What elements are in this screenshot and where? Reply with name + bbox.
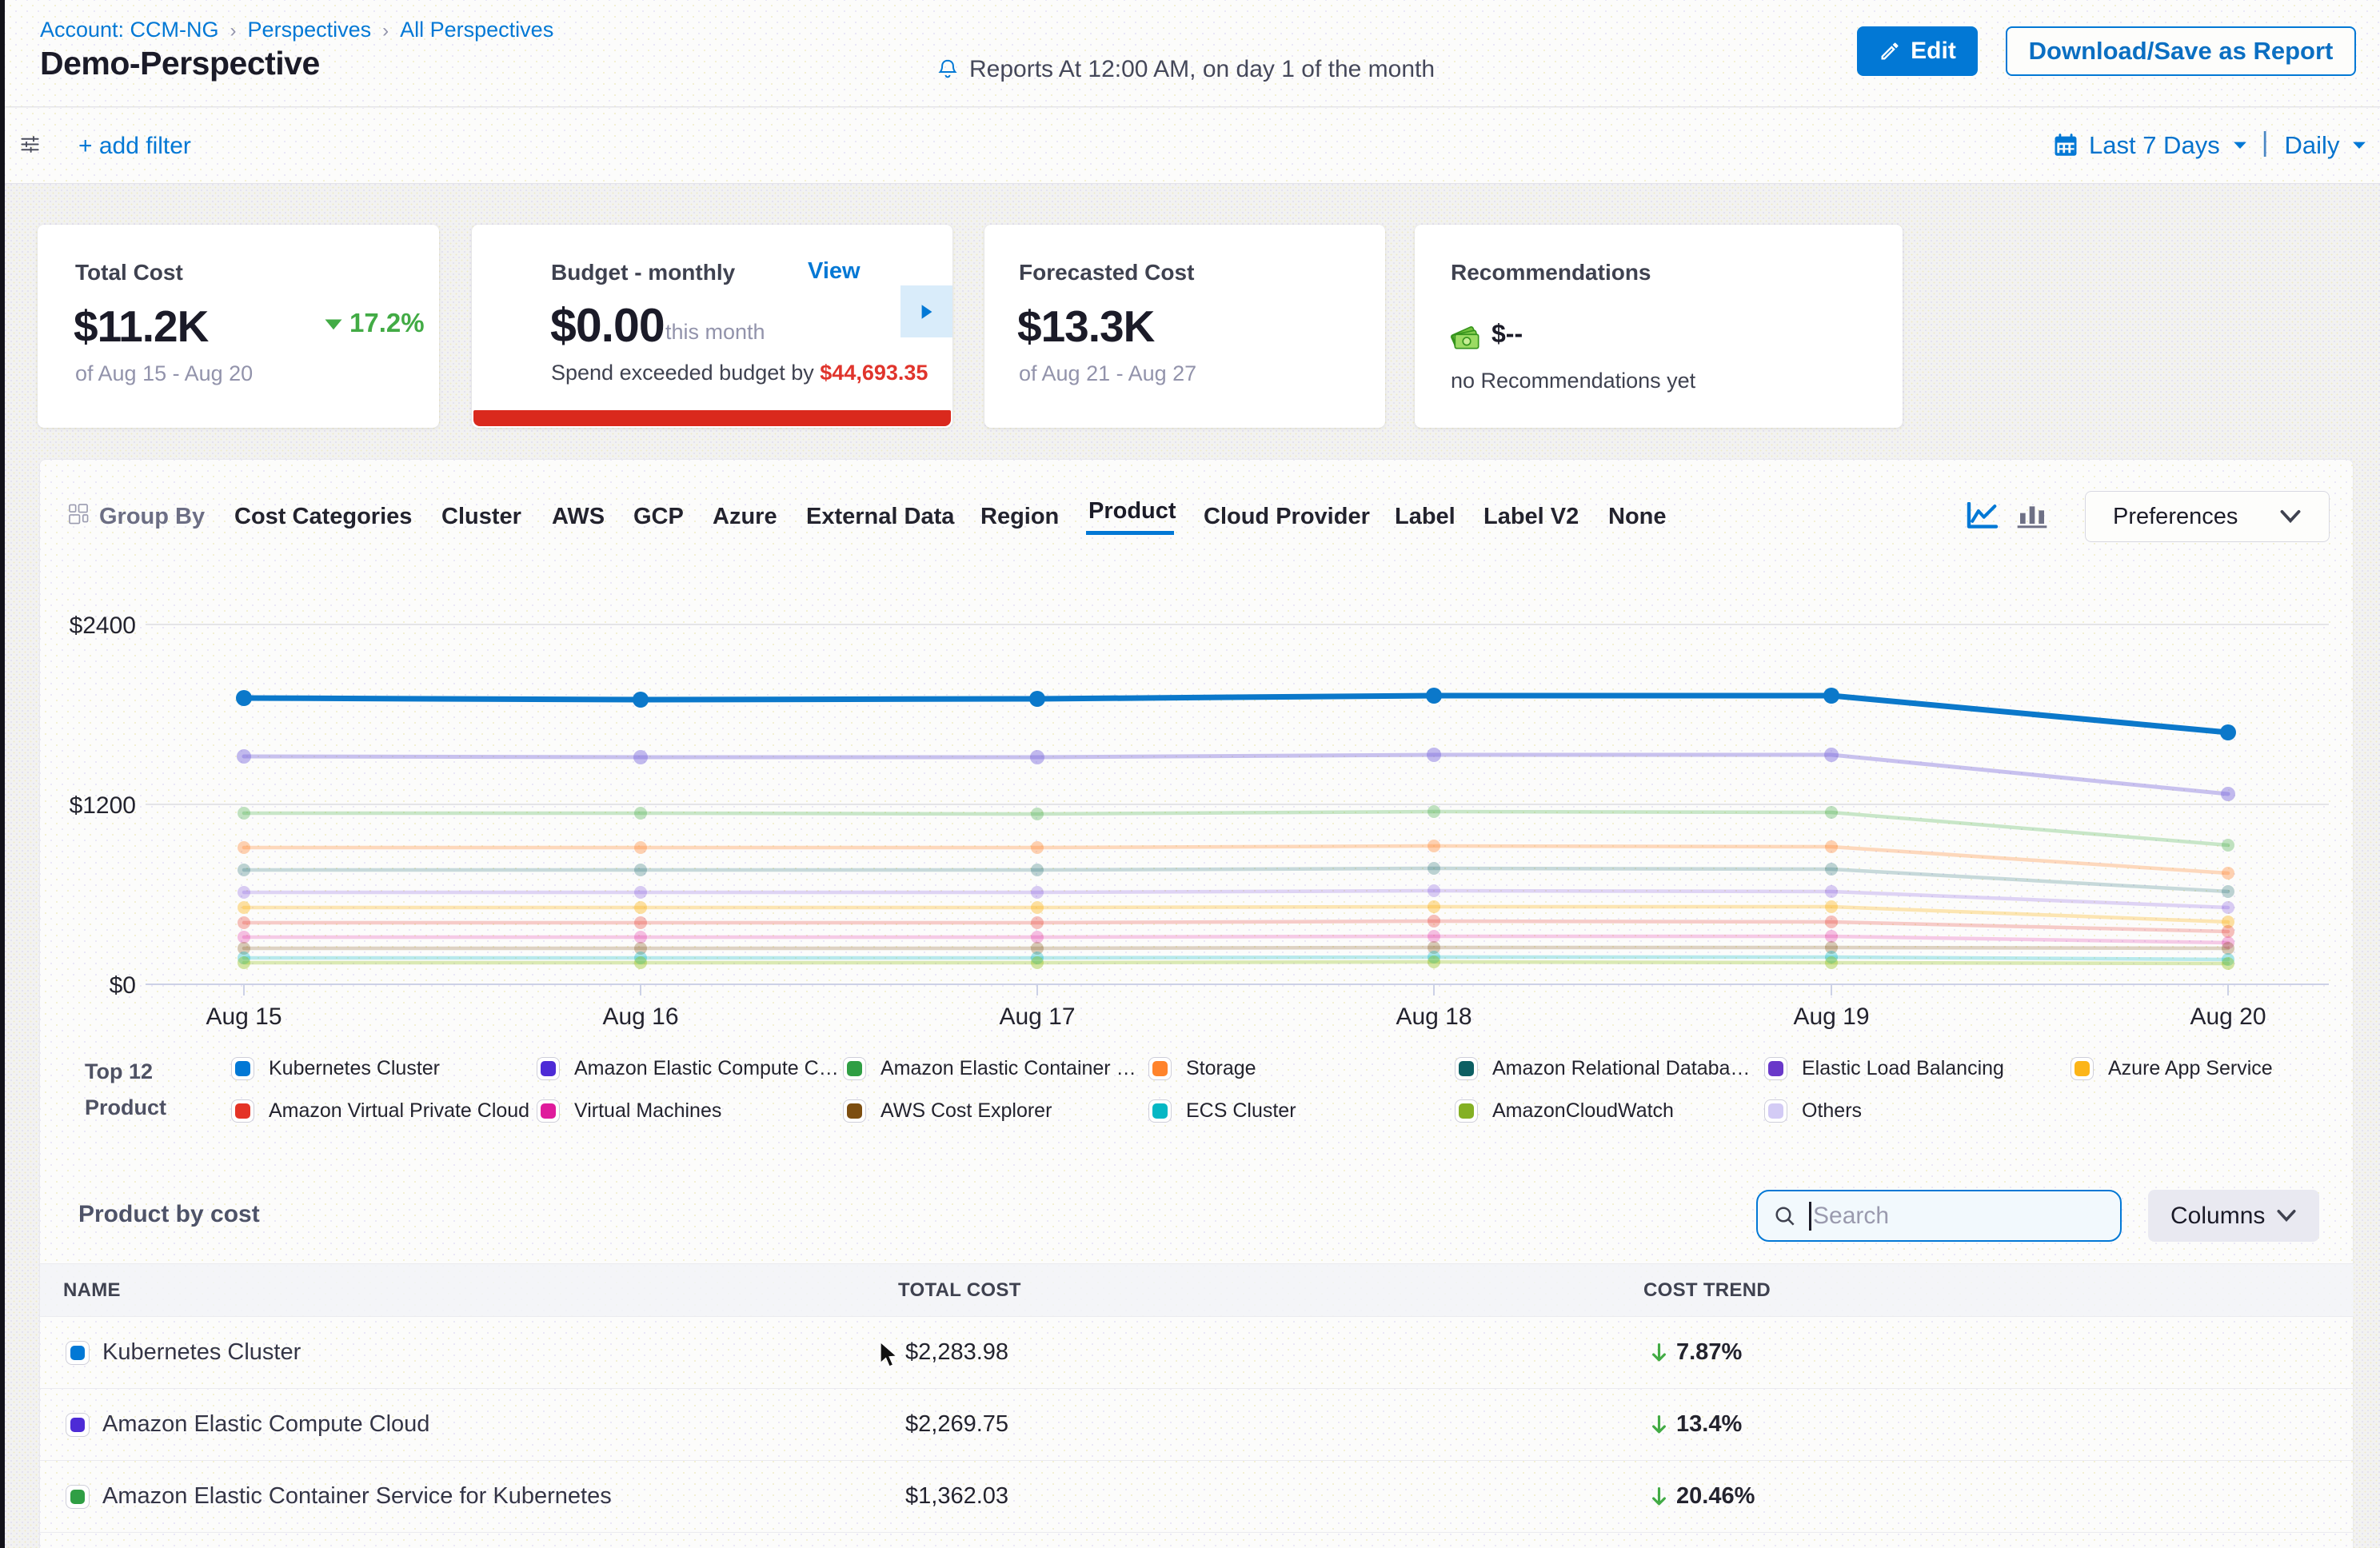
svg-text:Aug 19: Aug 19 — [1793, 1003, 1869, 1030]
svg-text:Aug 16: Aug 16 — [602, 1003, 678, 1030]
svg-text:Aug 18: Aug 18 — [1396, 1003, 1472, 1030]
svg-text:$2400: $2400 — [70, 612, 136, 639]
svg-text:Aug 17: Aug 17 — [999, 1003, 1075, 1030]
svg-text:Aug 20: Aug 20 — [2190, 1003, 2266, 1030]
svg-text:$0: $0 — [110, 972, 136, 999]
svg-text:$1200: $1200 — [70, 792, 136, 819]
svg-text:Aug 15: Aug 15 — [206, 1003, 282, 1030]
